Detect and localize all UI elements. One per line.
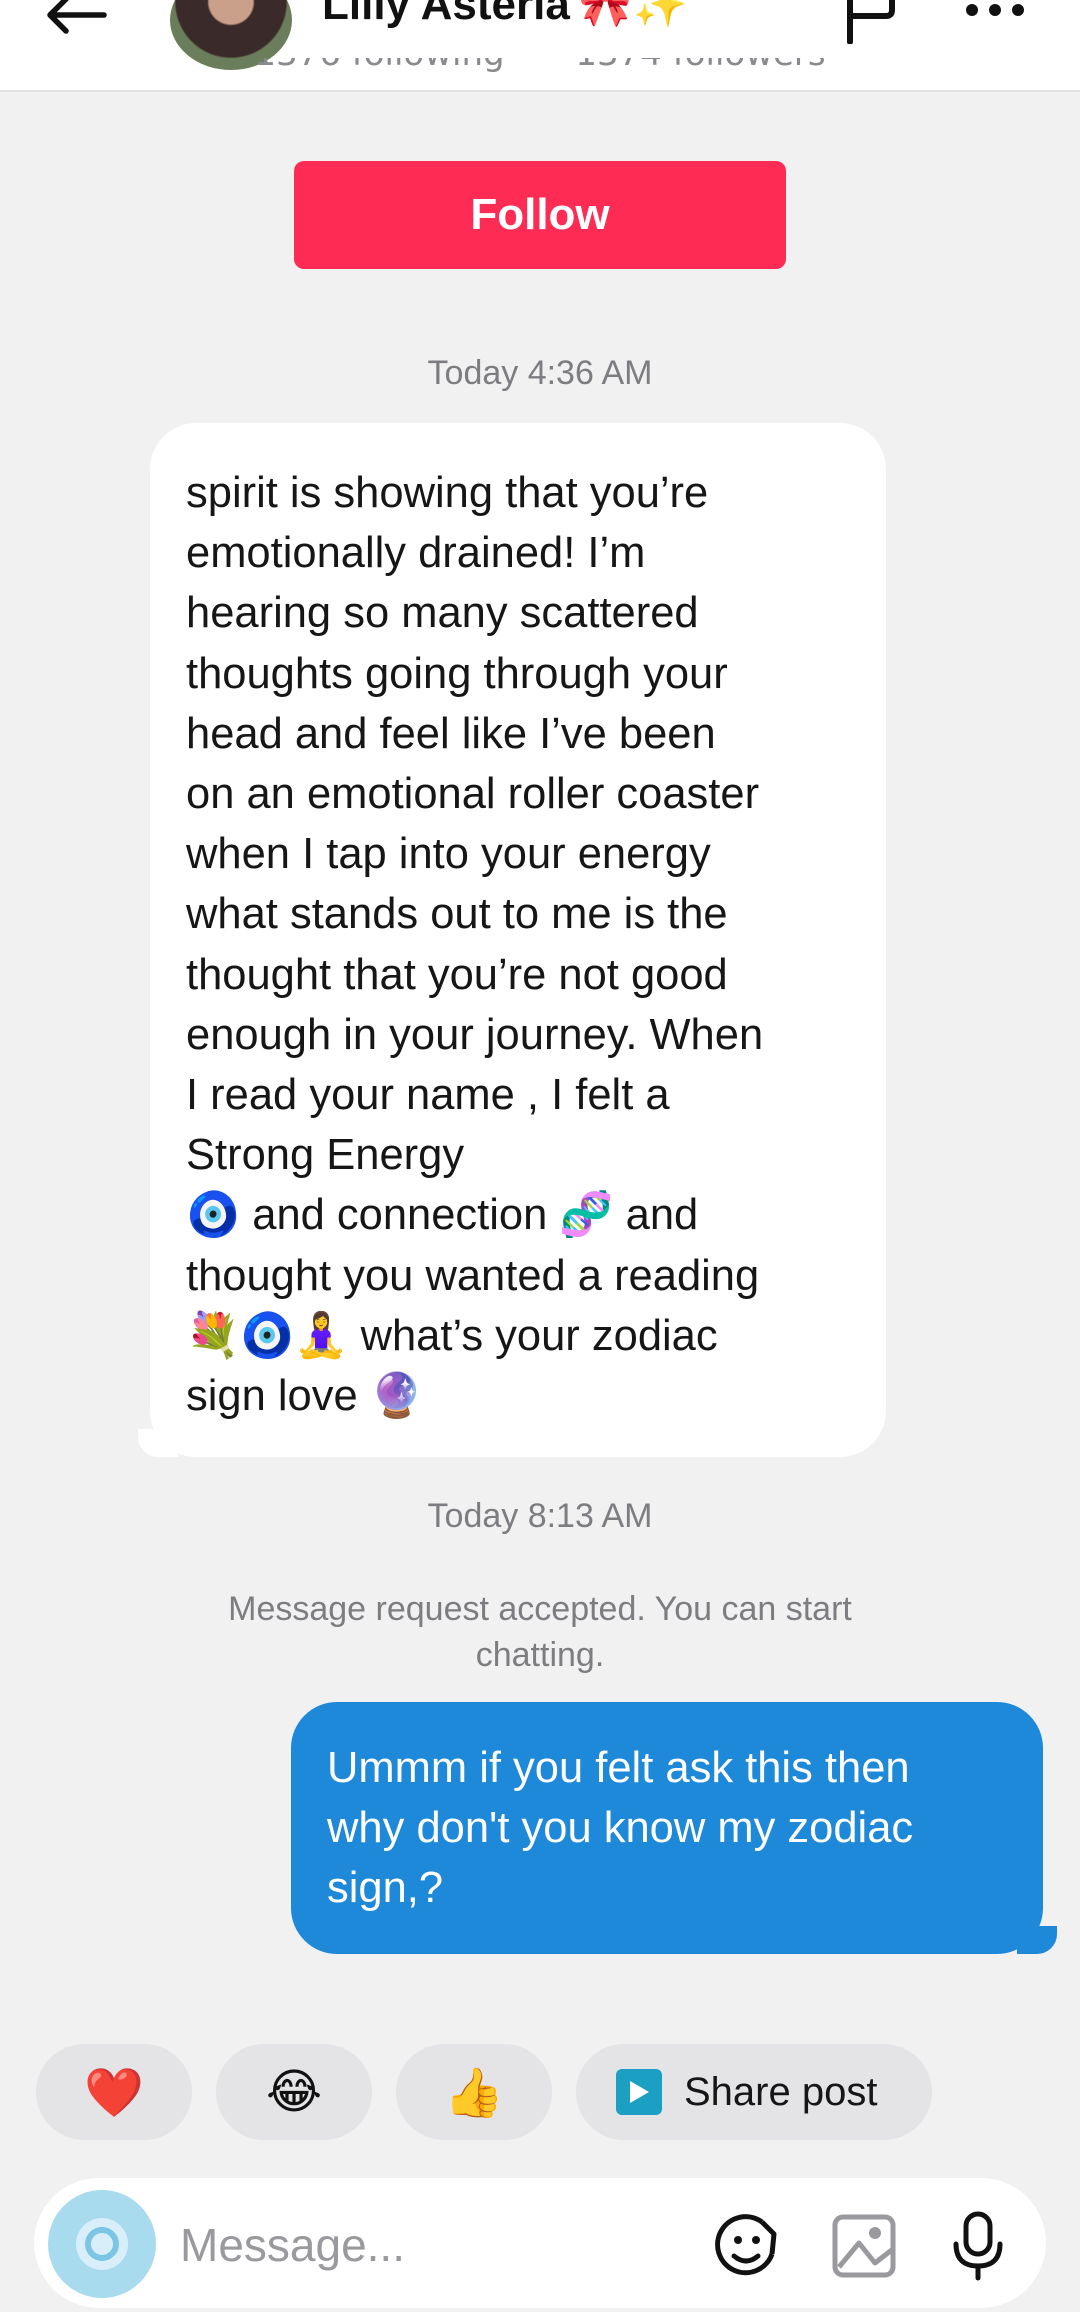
- quick-reply-laugh[interactable]: 😂: [216, 2044, 372, 2140]
- outgoing-message-text: Ummm if you felt ask this then why don't…: [327, 1744, 914, 1912]
- more-button[interactable]: [960, 0, 1030, 42]
- emoji-button[interactable]: [710, 2208, 786, 2284]
- contact-name-label: Lilly Asteria: [322, 0, 570, 29]
- back-button[interactable]: [44, 0, 134, 50]
- follow-button[interactable]: Follow: [294, 161, 786, 269]
- share-post-label: Share post: [684, 2069, 878, 2114]
- thumbs-up-icon: 👍: [444, 2064, 504, 2121]
- system-message: Message request accepted. You can start …: [228, 1590, 852, 1674]
- timestamp: Today 4:36 AM: [427, 354, 653, 392]
- quick-reply-thumbs-up[interactable]: 👍: [396, 2044, 552, 2140]
- incoming-message-bubble[interactable]: spirit is showing that you’re emotionall…: [138, 423, 886, 1457]
- contact-name-emoji: 🎀✨: [577, 0, 688, 29]
- more-icon: [966, 4, 1024, 16]
- flag-icon: [847, 0, 895, 45]
- heart-icon: ❤️: [84, 2064, 144, 2121]
- timestamp: Today 8:13 AM: [427, 1497, 653, 1535]
- following-count: 1376 following: [254, 58, 504, 74]
- quick-replies: ❤️ 😂 👍 Share post: [0, 2044, 1080, 2140]
- image-icon: [832, 2214, 896, 2278]
- camera-button[interactable]: [48, 2190, 156, 2298]
- followers-count: 1374 followers: [575, 58, 825, 74]
- laughing-emoji-icon: 😂: [265, 2064, 323, 2120]
- profile-stats: 1376 following 1374 followers: [0, 58, 1080, 98]
- message-composer: [34, 2178, 1046, 2308]
- camera-icon: [76, 2218, 128, 2270]
- microphone-icon: [953, 2211, 1003, 2281]
- image-button[interactable]: [826, 2208, 902, 2284]
- incoming-message-text: spirit is showing that you’re emotionall…: [186, 469, 764, 1421]
- emoji-icon: [715, 2214, 777, 2276]
- quick-reply-heart[interactable]: ❤️: [36, 2044, 192, 2140]
- message-input[interactable]: [178, 2204, 702, 2286]
- play-icon: [616, 2069, 662, 2115]
- share-post-button[interactable]: Share post: [576, 2044, 932, 2140]
- report-button[interactable]: [842, 0, 902, 45]
- microphone-button[interactable]: [940, 2208, 1016, 2284]
- contact-name[interactable]: Lilly Asteria 🎀✨: [322, 0, 687, 30]
- back-arrow-icon: [47, 0, 107, 34]
- outgoing-message-bubble[interactable]: Ummm if you felt ask this then why don't…: [291, 1702, 1057, 1954]
